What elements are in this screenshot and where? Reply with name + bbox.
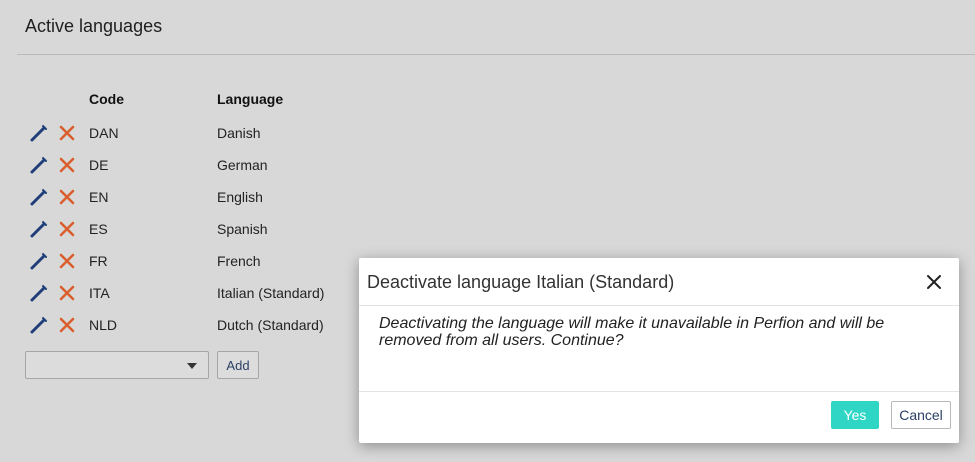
delete-x-icon[interactable]	[57, 219, 77, 239]
table-row: NLD Dutch (Standard)	[0, 311, 360, 343]
cell-code: EN	[89, 189, 109, 205]
add-button[interactable]: Add	[217, 351, 259, 379]
yes-button[interactable]: Yes	[831, 401, 879, 429]
cell-language: English	[217, 189, 263, 205]
page-header: Active languages	[17, 0, 975, 55]
table-row: ES Spanish	[0, 215, 360, 247]
pencil-icon[interactable]	[29, 123, 49, 143]
cell-code: DE	[89, 157, 109, 173]
cell-language: Dutch (Standard)	[217, 317, 324, 333]
dialog-message: Deactivating the language will make it u…	[379, 315, 885, 349]
table-row: DAN Danish	[0, 119, 360, 151]
cell-language: Spanish	[217, 221, 268, 237]
cell-language: Italian (Standard)	[217, 285, 325, 301]
pencil-icon[interactable]	[29, 251, 49, 271]
pencil-icon[interactable]	[29, 187, 49, 207]
table-row: ITA Italian (Standard)	[0, 279, 360, 311]
delete-x-icon[interactable]	[57, 155, 77, 175]
dialog-footer: Yes Cancel	[359, 391, 959, 443]
table-row: DE German	[0, 151, 360, 183]
cell-language: German	[217, 157, 268, 173]
close-icon[interactable]	[924, 272, 944, 292]
delete-x-icon[interactable]	[57, 123, 77, 143]
delete-x-icon[interactable]	[57, 251, 77, 271]
cancel-button[interactable]: Cancel	[891, 401, 951, 429]
cell-code: ITA	[89, 285, 110, 301]
cell-language: Danish	[217, 125, 261, 141]
dialog-title: Deactivate language Italian (Standard)	[367, 272, 675, 292]
table-row: EN English	[0, 183, 360, 215]
pencil-icon[interactable]	[29, 219, 49, 239]
cell-code: DAN	[89, 125, 119, 141]
dialog-header: Deactivate language Italian (Standard)	[359, 258, 959, 306]
deactivate-dialog: Deactivate language Italian (Standard) D…	[359, 258, 959, 443]
cell-code: ES	[89, 221, 108, 237]
language-select[interactable]	[25, 351, 209, 379]
pencil-icon[interactable]	[29, 283, 49, 303]
chevron-down-icon	[187, 363, 197, 369]
column-header-code: Code	[89, 91, 124, 107]
page-title: Active languages	[25, 16, 163, 36]
cell-code: FR	[89, 253, 108, 269]
table-row: FR French	[0, 247, 360, 279]
pencil-icon[interactable]	[29, 155, 49, 175]
delete-x-icon[interactable]	[57, 187, 77, 207]
pencil-icon[interactable]	[29, 315, 49, 335]
column-header-language: Language	[217, 91, 284, 107]
cell-language: French	[217, 253, 261, 269]
delete-x-icon[interactable]	[57, 315, 77, 335]
cell-code: NLD	[89, 317, 118, 333]
delete-x-icon[interactable]	[57, 283, 77, 303]
